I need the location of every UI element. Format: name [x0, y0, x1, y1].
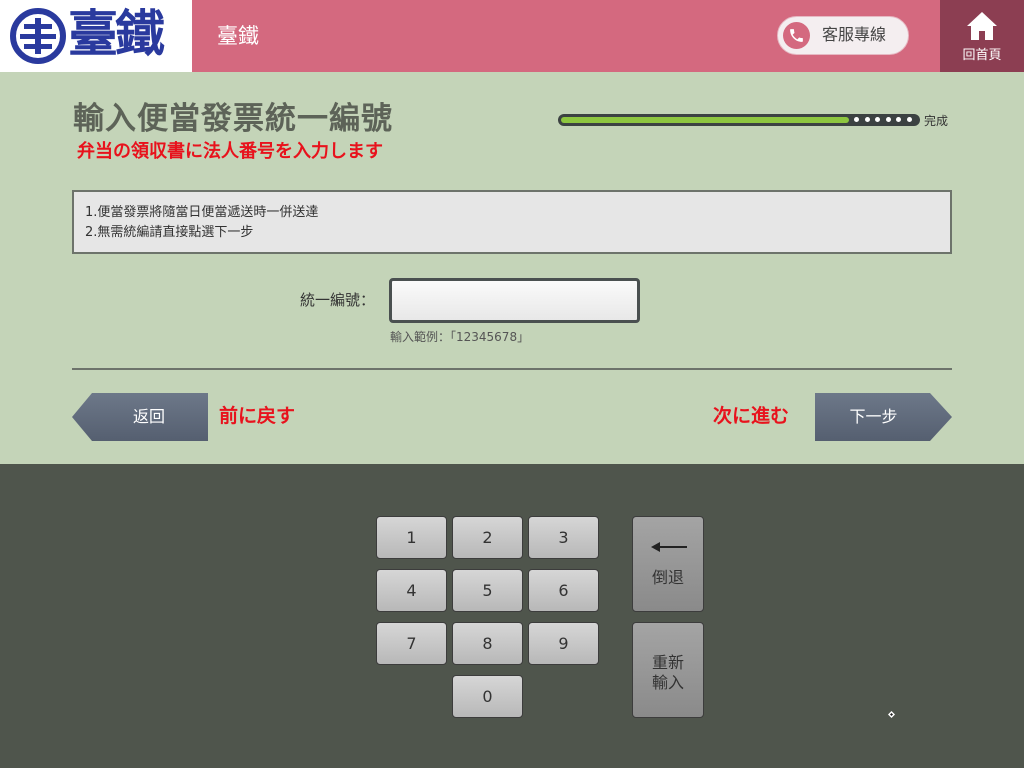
- progress-step-dot: [854, 117, 859, 122]
- keypad-key-8[interactable]: 8: [452, 622, 523, 665]
- keypad-key-7[interactable]: 7: [376, 622, 447, 665]
- tax-id-label: 統一編號：: [300, 291, 376, 309]
- page-title: 輸入便當發票統一編號: [73, 101, 393, 137]
- keypad-key-3[interactable]: 3: [528, 516, 599, 559]
- keypad-key-1[interactable]: 1: [376, 516, 447, 559]
- home-icon: [967, 12, 997, 40]
- backspace-arrow-icon: [651, 542, 687, 552]
- header-bar: 臺鐵 臺鐵 客服專線 回首頁: [0, 0, 1024, 72]
- cursor-icon: [888, 711, 895, 718]
- backspace-label: 倒退: [651, 568, 684, 587]
- next-label-jp: 次に進む: [713, 405, 790, 427]
- progress-complete-label: 完成: [924, 114, 949, 128]
- keypad-key-2[interactable]: 2: [452, 516, 523, 559]
- logo-text: 臺鐵: [68, 4, 165, 63]
- progress-step-dot: [906, 117, 912, 122]
- main-content: 輸入便當發票統一編號 弁当の領収書に法人番号を入力します 完成 1.便當發票將隨…: [0, 72, 1024, 464]
- progress-step-dot: [896, 117, 901, 122]
- phone-icon: [783, 22, 810, 49]
- notice-line: 1.便當發票將隨當日便當遞送時一併送達: [85, 205, 319, 220]
- reset-label-line: 重新: [651, 653, 684, 672]
- progress-bar: [558, 114, 920, 126]
- next-button[interactable]: 下一步: [815, 393, 952, 441]
- keypad-key-0[interactable]: 0: [452, 675, 523, 718]
- keypad-key-6[interactable]: 6: [528, 569, 599, 612]
- page-subtitle-jp: 弁当の領収書に法人番号を入力します: [77, 141, 383, 162]
- back-button[interactable]: 返回: [72, 393, 208, 441]
- backspace-button[interactable]: 倒退: [632, 516, 704, 612]
- customer-service-button[interactable]: 客服專線: [777, 16, 909, 55]
- progress-step-dot: [885, 117, 891, 122]
- tra-emblem-icon: [10, 8, 66, 64]
- notice-box: 1.便當發票將隨當日便當遞送時一併送達 2.無需統編請直接點選下一步: [72, 190, 952, 254]
- header-title: 臺鐵: [217, 24, 259, 48]
- customer-service-label: 客服專線: [822, 25, 887, 44]
- progress-fill: [561, 117, 849, 123]
- divider: [72, 368, 952, 370]
- home-button[interactable]: 回首頁: [940, 0, 1024, 72]
- progress-step-dot: [864, 117, 870, 122]
- tax-id-input[interactable]: [389, 278, 640, 323]
- progress-step-dot: [875, 117, 880, 122]
- reset-label: 重新 輸入: [633, 653, 703, 693]
- notice-line: 2.無需統編請直接點選下一步: [85, 225, 254, 240]
- keypad-key-4[interactable]: 4: [376, 569, 447, 612]
- home-label: 回首頁: [962, 48, 1002, 63]
- back-label-jp: 前に戻す: [219, 405, 296, 427]
- reset-input-button[interactable]: 重新 輸入: [632, 622, 704, 718]
- keypad-key-5[interactable]: 5: [452, 569, 523, 612]
- tra-logo: 臺鐵: [0, 0, 192, 72]
- reset-label-line: 輸入: [651, 673, 684, 692]
- keypad-key-9[interactable]: 9: [528, 622, 599, 665]
- tax-id-hint: 輸入範例：「12345678」: [390, 330, 530, 344]
